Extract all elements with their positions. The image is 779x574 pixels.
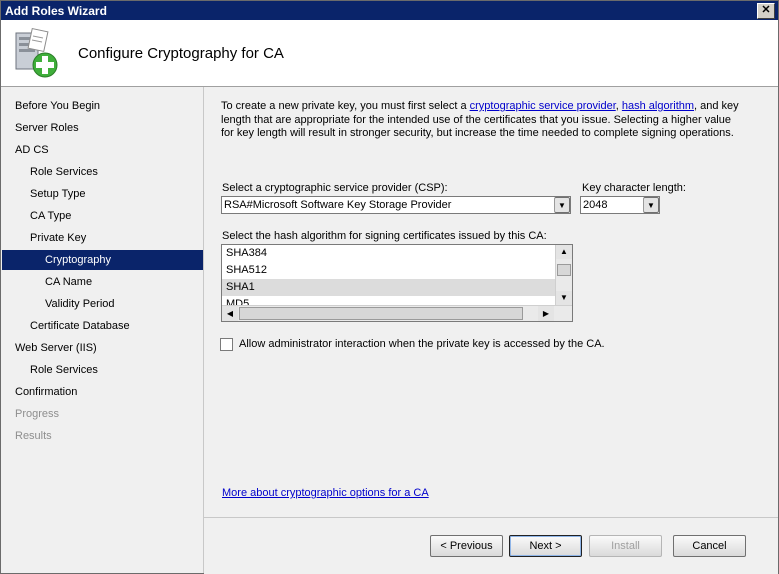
window-title: Add Roles Wizard (5, 4, 107, 18)
vertical-scrollbar[interactable]: ▲ ▼ (555, 245, 572, 305)
sidebar-item-label: Role Services (30, 364, 98, 376)
list-item[interactable]: SHA384 (222, 245, 555, 262)
sidebar-item-private-key[interactable]: Private Key (2, 228, 203, 248)
scroll-right-icon[interactable]: ▶ (538, 306, 554, 321)
list-item-label: SHA512 (226, 264, 267, 276)
wizard-window: Add Roles Wizard ✕ Configure Cryptograph… (0, 0, 779, 574)
sidebar-item-label: Certificate Database (30, 320, 130, 332)
list-item-selected[interactable]: SHA1 (222, 279, 555, 296)
sidebar-item-label: Web Server (IIS) (15, 342, 97, 354)
sidebar-item-label: CA Name (45, 276, 93, 288)
close-button[interactable]: ✕ (757, 3, 775, 19)
sidebar-item-validity-period[interactable]: Validity Period (2, 294, 203, 314)
sidebar-item-progress: Progress (2, 404, 203, 424)
sidebar-item-before-you-begin[interactable]: Before You Begin (2, 96, 203, 116)
sidebar-item-label: AD CS (15, 144, 49, 156)
list-item-label: SHA384 (226, 247, 267, 259)
sidebar-item-role-services[interactable]: Role Services (2, 162, 203, 182)
admin-interaction-checkbox[interactable] (220, 338, 233, 351)
cancel-button[interactable]: Cancel (673, 535, 746, 557)
key-length-dropdown[interactable]: 2048 ▼ (580, 196, 660, 214)
sidebar-item-label: Confirmation (15, 386, 78, 398)
next-button[interactable]: Next > (509, 535, 582, 557)
hash-algorithm-list[interactable]: SHA384 SHA512 SHA1 MD5 ▲ ▼ ◀ ▶ (221, 244, 573, 322)
more-info-link[interactable]: More about cryptographic options for a C… (222, 487, 429, 499)
wizard-header: Configure Cryptography for CA (1, 20, 778, 87)
sidebar-item-label: Private Key (30, 232, 87, 244)
wizard-navigation: Before You Begin Server Roles AD CS Role Se… (2, 87, 204, 573)
install-button[interactable]: Install (589, 535, 662, 557)
hash-algorithm-help-link[interactable]: hash algorithm (622, 100, 694, 112)
sidebar-item-confirmation[interactable]: Confirmation (2, 382, 203, 402)
sidebar-item-server-roles[interactable]: Server Roles (2, 118, 203, 138)
list-item-label: SHA1 (226, 281, 255, 293)
csp-help-link[interactable]: cryptographic service provider (470, 100, 616, 112)
key-length-selected-value: 2048 (583, 199, 608, 211)
admin-interaction-label[interactable]: Allow administrator interaction when the… (239, 338, 605, 350)
chevron-down-icon[interactable]: ▼ (554, 197, 570, 213)
csp-dropdown[interactable]: RSA#Microsoft Software Key Storage Provi… (221, 196, 571, 214)
sidebar-item-ca-type[interactable]: CA Type (2, 206, 203, 226)
title-bar: Add Roles Wizard ✕ (1, 1, 778, 20)
sidebar-item-label: Results (15, 430, 52, 442)
sidebar-item-label: Validity Period (45, 298, 115, 310)
sidebar-item-label: Cryptography (45, 254, 112, 266)
intro-text: To create a new private key, you must fi… (221, 100, 741, 141)
sidebar-item-label: Progress (15, 408, 60, 420)
sidebar-item-cryptography[interactable]: Cryptography (2, 250, 203, 270)
sidebar-item-setup-type[interactable]: Setup Type (2, 184, 203, 204)
button-bar: < Previous Next > Install Cancel (204, 517, 778, 574)
csp-selected-value: RSA#Microsoft Software Key Storage Provi… (224, 199, 452, 211)
horizontal-scrollbar[interactable]: ◀ ▶ (222, 305, 572, 321)
intro-text-part: To create a new private key, you must fi… (221, 100, 470, 112)
scroll-down-icon[interactable]: ▼ (556, 291, 572, 305)
key-length-label: Key character length: (582, 182, 686, 194)
sidebar-item-role-services[interactable]: Role Services (2, 360, 203, 380)
chevron-down-icon[interactable]: ▼ (643, 197, 659, 213)
content-pane: To create a new private key, you must fi… (204, 87, 778, 517)
sidebar-item-certificate-database[interactable]: Certificate Database (2, 316, 203, 336)
sidebar-item-label: Server Roles (15, 122, 79, 134)
server-add-icon (15, 27, 58, 78)
hash-algorithm-label: Select the hash algorithm for signing ce… (222, 230, 547, 242)
sidebar-item-web-server-iis[interactable]: Web Server (IIS) (2, 338, 203, 358)
sidebar-item-ad-cs[interactable]: AD CS (2, 140, 203, 160)
scroll-left-icon[interactable]: ◀ (222, 306, 238, 321)
csp-label: Select a cryptographic service provider … (222, 182, 448, 194)
sidebar-item-label: Setup Type (30, 188, 86, 200)
scroll-thumb[interactable] (557, 264, 571, 276)
sidebar-item-results: Results (2, 426, 203, 446)
sidebar-item-ca-name[interactable]: CA Name (2, 272, 203, 292)
page-title: Configure Cryptography for CA (78, 45, 284, 62)
sidebar-item-label: Before You Begin (15, 100, 101, 112)
scroll-thumb[interactable] (239, 307, 523, 320)
scroll-up-icon[interactable]: ▲ (556, 245, 572, 259)
sidebar-item-label: Role Services (30, 166, 98, 178)
sidebar-item-label: CA Type (30, 210, 72, 222)
close-icon: ✕ (761, 4, 771, 16)
previous-button[interactable]: < Previous (430, 535, 503, 557)
list-item[interactable]: SHA512 (222, 262, 555, 279)
